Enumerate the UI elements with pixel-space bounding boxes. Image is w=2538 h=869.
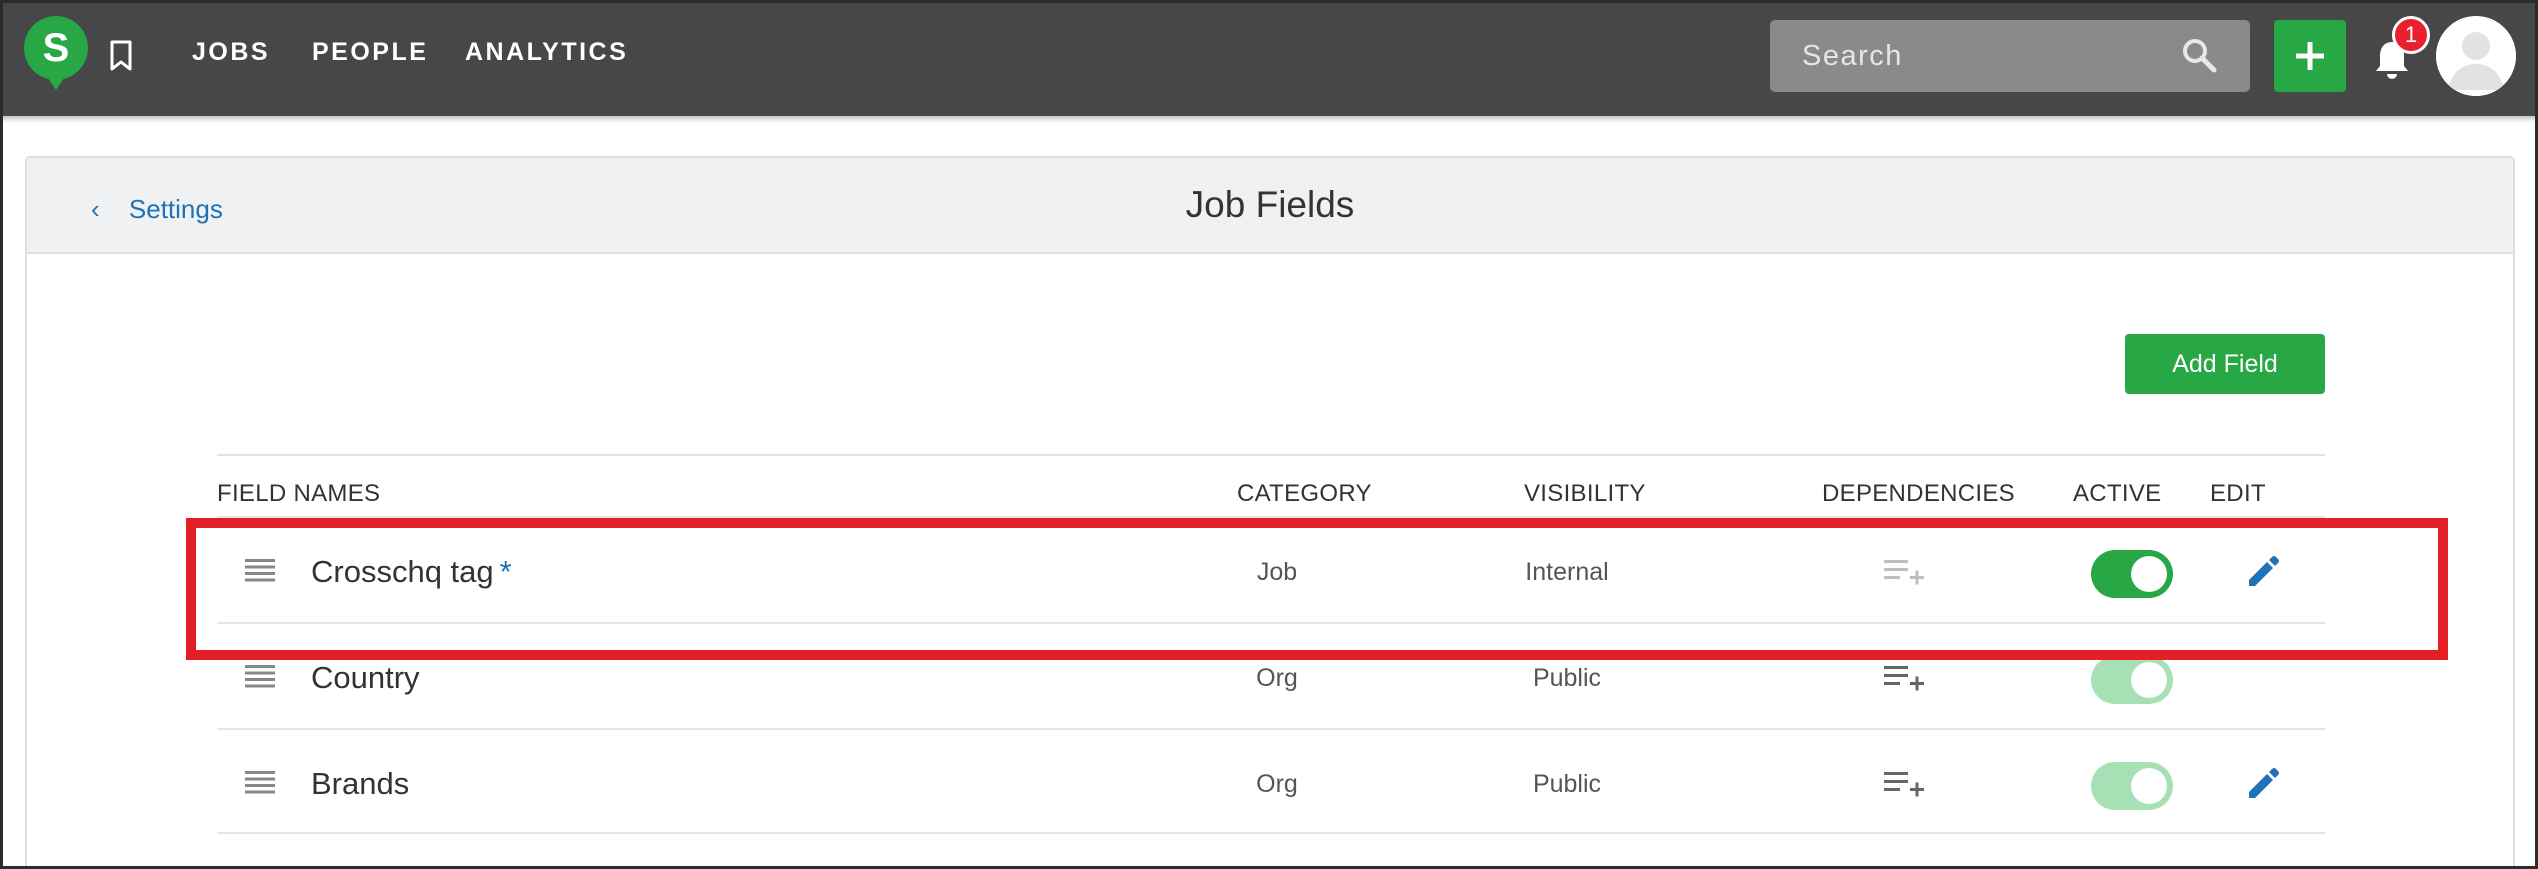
job-fields-table: FIELD NAMES CATEGORY VISIBILITY DEPENDEN… bbox=[217, 454, 2325, 834]
drag-handle-icon[interactable] bbox=[245, 558, 275, 582]
active-toggle[interactable] bbox=[2091, 656, 2173, 704]
app-logo-icon[interactable]: S bbox=[22, 14, 90, 92]
user-avatar[interactable] bbox=[2436, 16, 2516, 96]
toggle-knob bbox=[2131, 768, 2167, 804]
active-toggle[interactable] bbox=[2091, 762, 2173, 810]
nav-people-link[interactable]: PEOPLE bbox=[312, 38, 428, 67]
plus-icon bbox=[2296, 42, 2324, 70]
header-category: CATEGORY bbox=[1237, 480, 1372, 507]
notification-count-badge[interactable]: 1 bbox=[2392, 16, 2430, 54]
search-icon[interactable] bbox=[2180, 36, 2218, 74]
search-input[interactable] bbox=[1770, 20, 2170, 92]
job-fields-panel: ‹ Settings Job Fields Add Field FIELD NA… bbox=[25, 156, 2515, 869]
nav-analytics-link[interactable]: ANALYTICS bbox=[465, 38, 628, 67]
toggle-knob bbox=[2131, 662, 2167, 698]
playlist-add-icon[interactable] bbox=[1884, 664, 1924, 694]
toggle-knob bbox=[2131, 556, 2167, 592]
logo-letter: S bbox=[43, 26, 70, 70]
playlist-add-icon[interactable] bbox=[1884, 770, 1924, 800]
bookmark-icon[interactable] bbox=[108, 40, 134, 72]
field-name: Brands bbox=[311, 766, 410, 801]
field-category: Job bbox=[1256, 558, 1298, 586]
header-edit: EDIT bbox=[2210, 480, 2266, 507]
panel-header: ‹ Settings Job Fields bbox=[27, 158, 2513, 254]
header-visibility: VISIBILITY bbox=[1524, 480, 1646, 507]
table-header: FIELD NAMES CATEGORY VISIBILITY DEPENDEN… bbox=[217, 454, 2325, 516]
field-visibility: Public bbox=[1532, 770, 1602, 798]
table-row: Brands Org Public bbox=[217, 728, 2325, 834]
header-dependencies: DEPENDENCIES bbox=[1822, 480, 2015, 507]
add-field-button[interactable]: Add Field bbox=[2125, 334, 2325, 394]
header-active: ACTIVE bbox=[2073, 480, 2162, 507]
required-marker: * bbox=[499, 554, 512, 589]
field-name: Country bbox=[311, 660, 420, 695]
top-nav-bar: S JOBS PEOPLE ANALYTICS 1 bbox=[0, 0, 2538, 116]
nav-jobs-link[interactable]: JOBS bbox=[192, 38, 270, 67]
active-toggle[interactable] bbox=[2091, 550, 2173, 598]
field-visibility: Public bbox=[1532, 664, 1602, 692]
pencil-icon[interactable] bbox=[2245, 554, 2281, 590]
field-visibility: Internal bbox=[1525, 558, 1609, 586]
header-field-names: FIELD NAMES bbox=[217, 480, 381, 507]
field-name: Crosschq tag * bbox=[311, 554, 512, 590]
search-box bbox=[1770, 20, 2250, 92]
playlist-add-icon[interactable] bbox=[1884, 558, 1924, 588]
pencil-icon[interactable] bbox=[2245, 766, 2281, 802]
drag-handle-icon[interactable] bbox=[245, 664, 275, 688]
table-row: Crosschq tag * Job Internal bbox=[217, 516, 2325, 622]
drag-handle-icon[interactable] bbox=[245, 770, 275, 794]
page-title: Job Fields bbox=[1185, 184, 1355, 225]
field-name-text: Crosschq tag bbox=[311, 554, 494, 589]
field-category: Org bbox=[1256, 664, 1298, 692]
table-row: Country Org Public bbox=[217, 622, 2325, 728]
create-new-button[interactable] bbox=[2274, 20, 2346, 92]
field-category: Org bbox=[1256, 770, 1298, 798]
user-avatar-icon bbox=[2436, 16, 2516, 96]
